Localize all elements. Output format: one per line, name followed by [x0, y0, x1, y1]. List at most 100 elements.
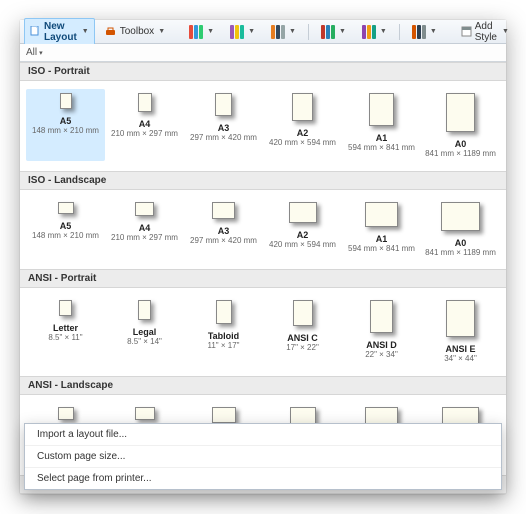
page-thumb [60, 93, 72, 109]
page-size-cell[interactable]: A4210 mm × 297 mm [105, 89, 184, 161]
page-thumb [135, 202, 154, 216]
page-size-cell[interactable]: A3297 mm × 420 mm [184, 198, 263, 260]
page-thumb [292, 93, 313, 121]
section-grid: A5148 mm × 210 mmA4210 mm × 297 mmA3297 … [20, 190, 506, 270]
page-size-dim: 841 mm × 1189 mm [423, 150, 498, 159]
section-head: ANSI - Portrait [20, 269, 506, 288]
swatch [367, 25, 371, 39]
section-grid: Letter8.5" × 11"Legal8.5" × 14"Tabloid11… [20, 288, 506, 376]
page-size-cell[interactable]: Letter8.5" × 11" [26, 296, 105, 366]
new-layout-label: New Layout [44, 21, 78, 43]
swatch [412, 25, 416, 39]
chevron-down-icon: ▼ [207, 28, 214, 35]
page-size-cell[interactable]: A5148 mm × 210 mm [26, 198, 105, 260]
page-size-dim: 594 mm × 841 mm [344, 245, 419, 254]
page-size-cell[interactable]: A5148 mm × 210 mm [26, 89, 105, 161]
page-thumb [446, 93, 475, 132]
page-size-cell[interactable]: Legal8.5" × 14" [105, 296, 184, 366]
chevron-down-icon: ▼ [339, 28, 346, 35]
swatch-button-5[interactable]: ▼ [406, 22, 443, 42]
add-style-label: Add Style [475, 21, 498, 43]
filter-label: All [26, 47, 37, 58]
page-size-dim: 8.5" × 14" [107, 338, 182, 347]
menu-select-printer[interactable]: Select page from printer... [25, 468, 501, 489]
page-size-cell[interactable]: A2420 mm × 594 mm [263, 89, 342, 161]
page-size-dim: 8.5" × 11" [28, 334, 103, 343]
page-thumb [369, 93, 394, 126]
page-thumb [135, 407, 155, 420]
page-size-cell[interactable]: ANSI C17" × 22" [263, 296, 342, 366]
page-size-cell[interactable]: A1594 mm × 841 mm [342, 198, 421, 260]
page-thumb [212, 202, 235, 219]
chevron-down-icon: ▾ [39, 49, 43, 57]
toolbox-button[interactable]: Toolbox ▼ [99, 23, 171, 41]
section-head: ANSI - Landscape [20, 376, 506, 395]
swatch-group [230, 25, 244, 39]
swatch-group [412, 25, 426, 39]
swatch-button-4[interactable]: ▼ [356, 22, 393, 42]
page-size-dim: 210 mm × 297 mm [107, 234, 182, 243]
swatch [417, 25, 421, 39]
chevron-down-icon: ▼ [158, 28, 165, 35]
page-size-dim: 420 mm × 594 mm [265, 139, 340, 148]
swatch-button-1[interactable]: ▼ [224, 22, 261, 42]
page-size-cell[interactable]: A2420 mm × 594 mm [263, 198, 342, 260]
page-thumb [446, 300, 475, 337]
toolbar: New Layout ▼ Toolbox ▼ ▼▼▼▼▼▼ Add Style … [20, 20, 506, 44]
page-size-dim: 297 mm × 420 mm [186, 237, 261, 246]
page-thumb [289, 202, 317, 223]
chevron-down-icon: ▼ [380, 28, 387, 35]
swatch-host: ▼ ▼ ▼ ▼ ▼ ▼ [183, 22, 443, 42]
page-thumb [365, 202, 398, 227]
page-size-cell[interactable]: A3297 mm × 420 mm [184, 89, 263, 161]
filter-bar[interactable]: All ▾ [20, 44, 506, 62]
page-size-cell[interactable]: A0841 mm × 1189 mm [421, 198, 500, 260]
page-size-dim: 11" × 17" [186, 342, 261, 351]
context-menu: Import a layout file... Custom page size… [24, 423, 502, 490]
page-size-dim: 420 mm × 594 mm [265, 241, 340, 250]
swatch [321, 25, 325, 39]
swatch [372, 25, 376, 39]
swatch-group [189, 25, 203, 39]
page-thumb [212, 407, 236, 423]
page-thumb [138, 93, 152, 112]
page-size-cell[interactable]: A0841 mm × 1189 mm [421, 89, 500, 161]
page-size-cell[interactable]: A4210 mm × 297 mm [105, 198, 184, 260]
page-size-dim: 841 mm × 1189 mm [423, 249, 498, 258]
menu-import-layout[interactable]: Import a layout file... [25, 424, 501, 446]
page-size-dim: 148 mm × 210 mm [28, 127, 103, 136]
page-size-cell[interactable]: ANSI D22" × 34" [342, 296, 421, 366]
swatch [240, 25, 244, 39]
swatch [189, 25, 193, 39]
section-grid: A5148 mm × 210 mmA4210 mm × 297 mmA3297 … [20, 81, 506, 171]
page-thumb [58, 407, 74, 420]
swatch [326, 25, 330, 39]
swatch-button-0[interactable]: ▼ [183, 22, 220, 42]
menu-custom-page[interactable]: Custom page size... [25, 446, 501, 468]
separator [399, 24, 400, 40]
page-size-cell[interactable]: Tabloid11" × 17" [184, 296, 263, 366]
page-thumb [370, 300, 393, 333]
swatch [199, 25, 203, 39]
swatch-group [321, 25, 335, 39]
page-size-cell[interactable]: ANSI E34" × 44" [421, 296, 500, 366]
page-size-dim: 22" × 34" [344, 351, 419, 360]
page-thumb [293, 300, 313, 326]
new-layout-button[interactable]: New Layout ▼ [24, 18, 95, 46]
chevron-down-icon: ▼ [248, 28, 255, 35]
add-style-button[interactable]: Add Style ▼ [455, 18, 515, 46]
section-head: ISO - Landscape [20, 171, 506, 190]
swatch [276, 25, 280, 39]
page-size-cell[interactable]: A1594 mm × 841 mm [342, 89, 421, 161]
swatch [194, 25, 198, 39]
swatch [362, 25, 366, 39]
page-thumb [441, 202, 480, 231]
swatch-button-2[interactable]: ▼ [265, 22, 302, 42]
swatch [230, 25, 234, 39]
page-icon [30, 26, 41, 38]
chevron-down-icon: ▼ [430, 28, 437, 35]
page-size-dim: 297 mm × 420 mm [186, 134, 261, 143]
swatch-button-3[interactable]: ▼ [315, 22, 352, 42]
swatch [281, 25, 285, 39]
page-thumb [215, 93, 232, 116]
